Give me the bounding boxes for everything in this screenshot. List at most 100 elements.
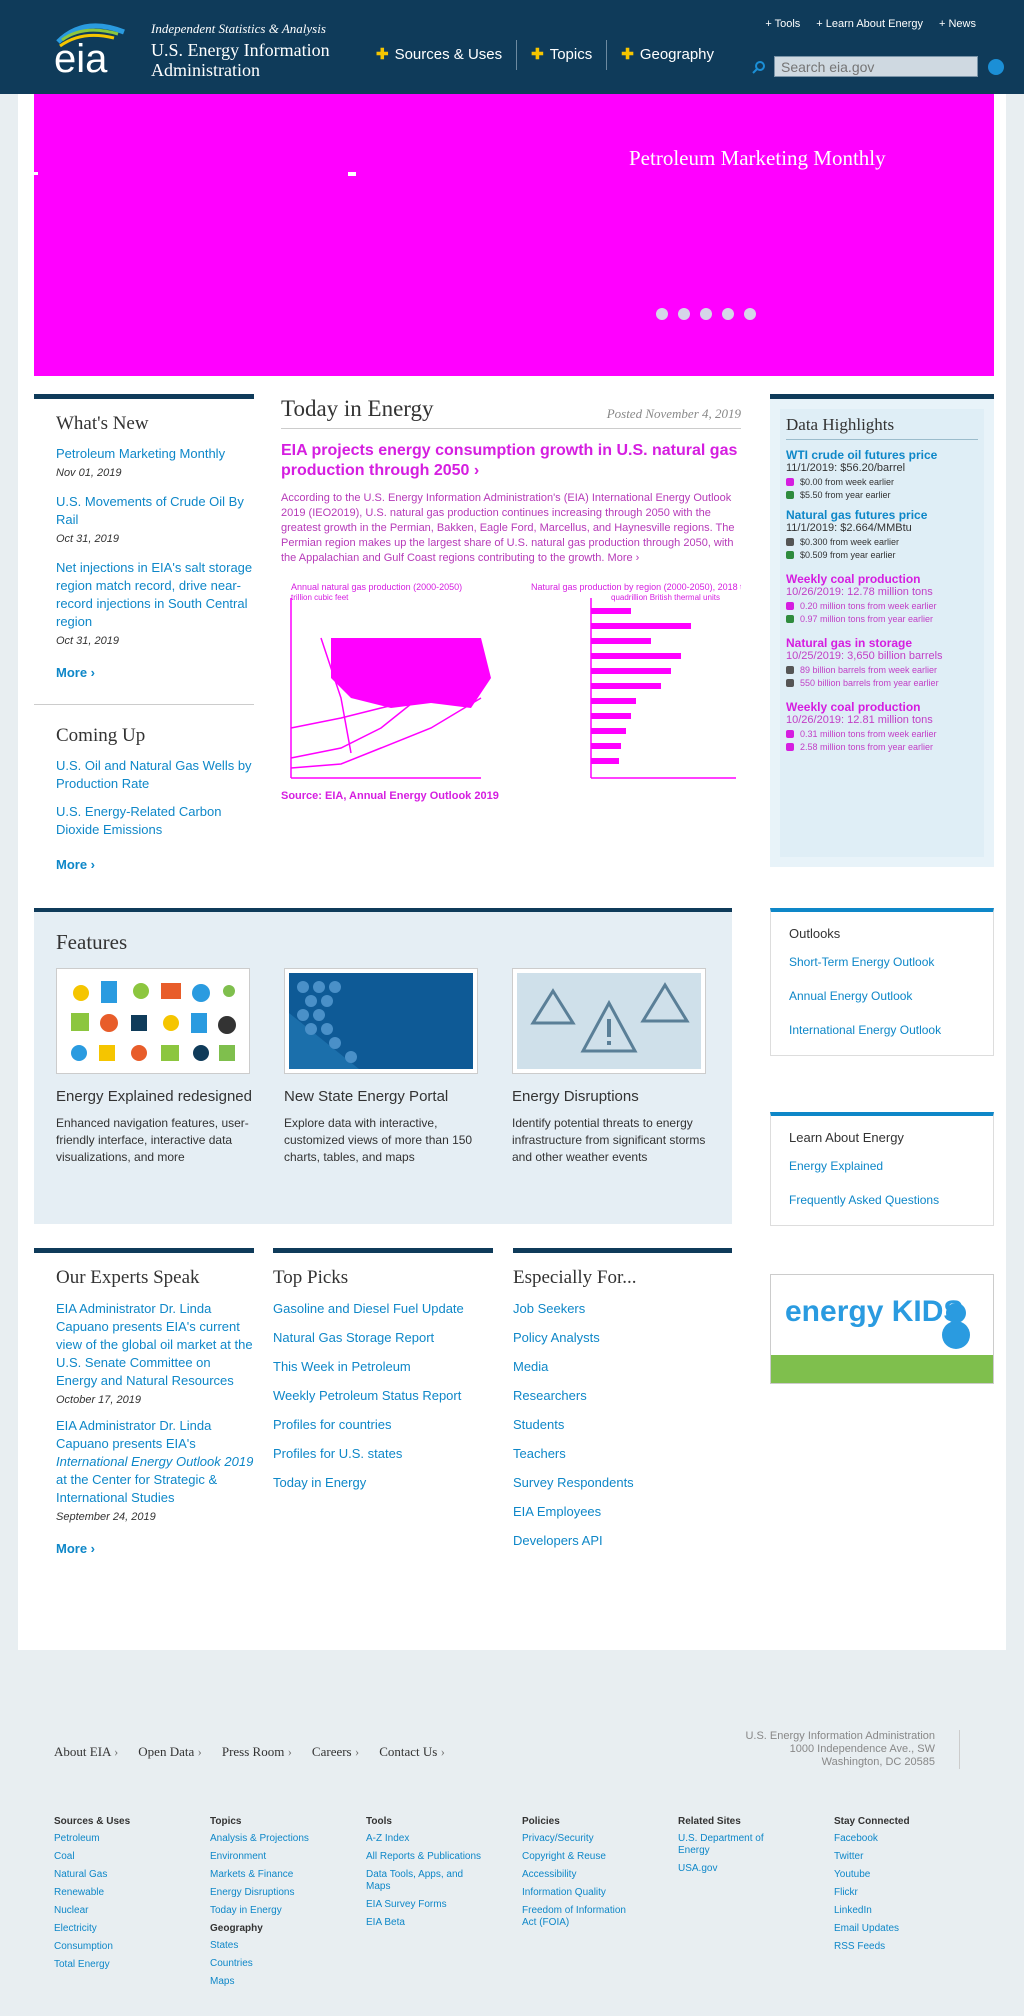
outlook-link[interactable]: Annual Energy Outlook [789, 989, 975, 1003]
especially-link[interactable]: Policy Analysts [513, 1329, 732, 1347]
footer-link[interactable]: Maps [210, 1976, 330, 1988]
especially-link[interactable]: Teachers [513, 1445, 732, 1463]
footer-link[interactable]: Petroleum [54, 1833, 174, 1845]
feature-card-energy-explained[interactable]: Energy Explained redesigned Enhanced nav… [56, 968, 256, 1166]
nav-geography[interactable]: ✚ Geography [607, 40, 728, 70]
carousel-dot[interactable] [656, 308, 668, 320]
footer-link[interactable]: Energy Disruptions [210, 1887, 330, 1899]
footer-link[interactable]: Privacy/Security [522, 1833, 642, 1845]
especially-link[interactable]: EIA Employees [513, 1503, 732, 1521]
footer-link[interactable]: U.S. Department of Energy [678, 1833, 798, 1857]
footer-link[interactable]: Consumption [54, 1941, 174, 1953]
footer-link[interactable]: Copyright & Reuse [522, 1851, 642, 1863]
whats-new-item[interactable]: Net injections in EIA's salt storage reg… [56, 559, 254, 631]
wti-label[interactable]: WTI crude oil futures price [786, 448, 978, 462]
footer-link[interactable]: Nuclear [54, 1905, 174, 1917]
feature-card-state-portal[interactable]: New State Energy Portal Explore data wit… [284, 968, 484, 1166]
footer-link[interactable]: Electricity [54, 1923, 174, 1935]
search-input[interactable] [774, 56, 978, 77]
footer-link[interactable]: Renewable [54, 1887, 174, 1899]
expert-item[interactable]: EIA Administrator Dr. Linda Capuano pres… [56, 1300, 254, 1390]
footer-link[interactable]: Countries [210, 1958, 330, 1970]
footer-link[interactable]: Flickr [834, 1887, 954, 1899]
util-news[interactable]: + News [939, 18, 976, 30]
coming-up-more-link[interactable]: More › [56, 857, 254, 872]
especially-link[interactable]: Students [513, 1416, 732, 1434]
footer-link[interactable]: Accessibility [522, 1869, 642, 1881]
footer-link[interactable]: LinkedIn [834, 1905, 954, 1917]
footer-link[interactable]: Analysis & Projections [210, 1833, 330, 1845]
footer-link[interactable]: Contact Us [379, 1744, 445, 1760]
especially-link[interactable]: Survey Respondents [513, 1474, 732, 1492]
footer-link[interactable]: Coal [54, 1851, 174, 1863]
carousel-dot[interactable] [700, 308, 712, 320]
highlight-label[interactable]: Weekly coal production [786, 700, 978, 714]
util-tools[interactable]: + Tools [765, 18, 800, 30]
highlight-label[interactable]: Weekly coal production [786, 572, 978, 586]
footer-link[interactable]: Markets & Finance [210, 1869, 330, 1881]
outlook-link[interactable]: International Energy Outlook [789, 1023, 975, 1037]
today-headline[interactable]: EIA projects energy consumption growth i… [281, 441, 741, 481]
whats-new-item[interactable]: U.S. Movements of Crude Oil By Rail [56, 493, 254, 529]
footer-link[interactable]: Data Tools, Apps, and Maps [366, 1869, 486, 1893]
state-portal-image [284, 968, 478, 1074]
footer-link[interactable]: USA.gov [678, 1863, 798, 1875]
expert-item[interactable]: EIA Administrator Dr. Linda Capuano pres… [56, 1417, 254, 1507]
top-pick-link[interactable]: Gasoline and Diesel Fuel Update [273, 1300, 493, 1318]
feature-card-energy-disruptions[interactable]: Energy Disruptions Identify potential th… [512, 968, 712, 1166]
whats-new-item[interactable]: Petroleum Marketing Monthly [56, 445, 254, 463]
footer-link[interactable]: Information Quality [522, 1887, 642, 1899]
search-submit-button[interactable] [988, 58, 1004, 75]
footer-link[interactable]: Freedom of Information Act (FOIA) [522, 1905, 642, 1929]
main-nav: ✚ Sources & Uses ✚ Topics ✚ Geography [362, 40, 728, 70]
top-pick-link[interactable]: Today in Energy [273, 1474, 493, 1492]
footer-link[interactable]: All Reports & Publications [366, 1851, 486, 1863]
learn-link[interactable]: Energy Explained [789, 1159, 975, 1173]
footer-link[interactable]: Youtube [834, 1869, 954, 1881]
energy-kids-banner[interactable]: energy KIDS [770, 1274, 994, 1384]
top-pick-link[interactable]: Profiles for countries [273, 1416, 493, 1434]
top-pick-link[interactable]: Profiles for U.S. states [273, 1445, 493, 1463]
footer-link[interactable]: Facebook [834, 1833, 954, 1845]
nav-topics[interactable]: ✚ Topics [517, 40, 608, 70]
experts-more-link[interactable]: More › [56, 1541, 254, 1556]
nav-sources-uses[interactable]: ✚ Sources & Uses [362, 40, 518, 70]
highlight-label[interactable]: Natural gas in storage [786, 636, 978, 650]
footer-link[interactable]: Twitter [834, 1851, 954, 1863]
especially-link[interactable]: Media [513, 1358, 732, 1376]
footer-link[interactable]: EIA Survey Forms [366, 1899, 486, 1911]
footer-link[interactable]: Total Energy [54, 1959, 174, 1971]
especially-link[interactable]: Developers API [513, 1532, 732, 1550]
footer-link[interactable]: A-Z Index [366, 1833, 486, 1845]
eia-logo[interactable]: eia [54, 20, 128, 76]
today-chart[interactable]: Annual natural gas production (2000-2050… [281, 578, 770, 784]
coming-up-item[interactable]: U.S. Oil and Natural Gas Wells by Produc… [56, 757, 254, 793]
footer-link[interactable]: Environment [210, 1851, 330, 1863]
footer-link[interactable]: About EIA [54, 1744, 118, 1760]
carousel-dot[interactable] [744, 308, 756, 320]
top-pick-link[interactable]: Weekly Petroleum Status Report [273, 1387, 493, 1405]
especially-link[interactable]: Researchers [513, 1387, 732, 1405]
footer-link[interactable]: Email Updates [834, 1923, 954, 1935]
carousel-dot[interactable] [678, 308, 690, 320]
outlook-link[interactable]: Short-Term Energy Outlook [789, 955, 975, 969]
footer-link[interactable]: Press Room [222, 1744, 292, 1760]
footer-link[interactable]: EIA Beta [366, 1917, 486, 1929]
top-pick-link[interactable]: This Week in Petroleum [273, 1358, 493, 1376]
footer-link[interactable]: States [210, 1940, 330, 1952]
gas-futures-label[interactable]: Natural gas futures price [786, 508, 978, 522]
footer-link[interactable]: Natural Gas [54, 1869, 174, 1881]
especially-link[interactable]: Job Seekers [513, 1300, 732, 1318]
learn-link[interactable]: Frequently Asked Questions [789, 1193, 975, 1207]
footer-link[interactable]: Today in Energy [210, 1905, 330, 1917]
footer-link[interactable]: Open Data [138, 1744, 202, 1760]
hero-title[interactable]: Petroleum Marketing Monthly [629, 146, 886, 171]
coming-up-item[interactable]: U.S. Energy-Related Carbon Dioxide Emiss… [56, 803, 254, 839]
whats-new-more-link[interactable]: More › [56, 665, 254, 680]
footer-link[interactable]: RSS Feeds [834, 1941, 954, 1953]
top-pick-link[interactable]: Natural Gas Storage Report [273, 1329, 493, 1347]
footer-link[interactable]: Careers [312, 1744, 359, 1760]
hero-banner[interactable]: Petroleum Marketing Monthly [34, 94, 994, 376]
carousel-dot[interactable] [722, 308, 734, 320]
util-learn[interactable]: + Learn About Energy [816, 18, 923, 30]
